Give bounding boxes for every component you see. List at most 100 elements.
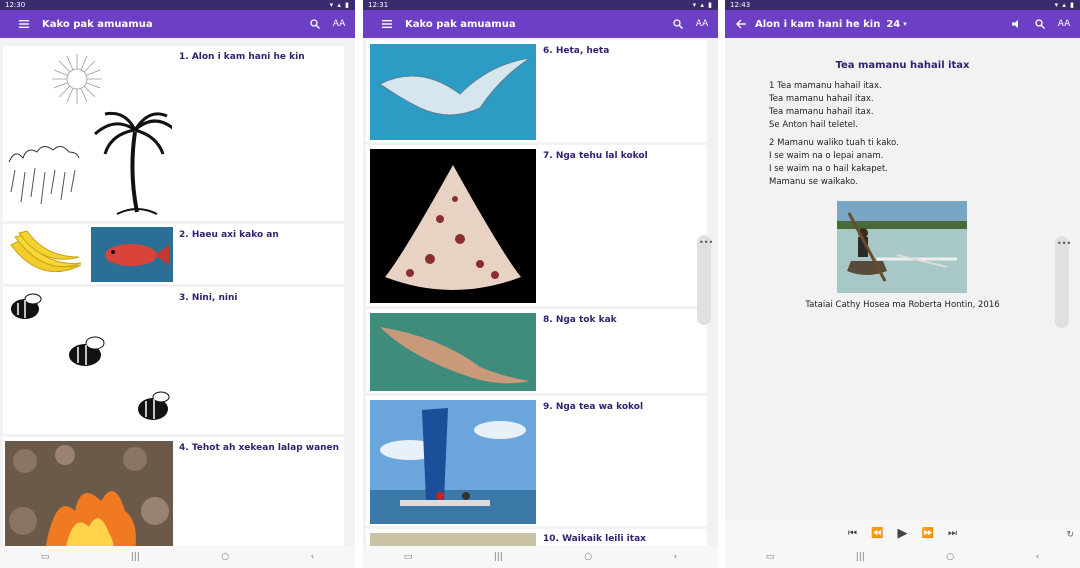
verse-line: Tea mamanu hahail itax. <box>769 94 874 104</box>
item-title: 10. Waikaik leili itax <box>543 534 646 544</box>
list-item[interactable]: 9. Nga tea wa kokol <box>366 396 707 526</box>
verse-line: Mamanu se waikako. <box>769 177 858 187</box>
back-nav-icon[interactable]: ‹ <box>1036 552 1040 562</box>
back-arrow-icon[interactable] <box>733 16 749 32</box>
back-nav-icon[interactable]: ‹ <box>311 552 315 562</box>
sun-rain-palm-image <box>7 52 172 218</box>
verse-line: 2 Mamanu waliko tuah ti kako. <box>769 138 899 148</box>
status-icons: ▾ ▴ ▮ <box>1054 1 1075 9</box>
phone-screen-3: 12:43 ▾ ▴ ▮ Alon i kam hani he kin 24 ▾ … <box>725 0 1080 568</box>
fish-image <box>91 227 173 282</box>
recent-apps-icon[interactable]: ▭ <box>41 552 50 562</box>
fast-scroll-handle[interactable] <box>697 235 711 325</box>
verse-1: 1 Tea mamanu hahail itax. Tea mamanu hah… <box>769 80 882 132</box>
list-item[interactable]: 10. Waikaik leili itax <box>366 529 707 546</box>
app-title: Kako pak amuamua <box>405 18 516 30</box>
song-list: 1. Alon i kam hani he kin 2. Haeu axi ka… <box>0 38 355 546</box>
status-bar: 12:30 ▾ ▴ ▮ <box>0 0 355 10</box>
item-title: 4. Tehot ah xekean lalap wanen <box>179 443 340 453</box>
recent-apps-icon[interactable]: ▭ <box>404 552 413 562</box>
repeat-icon[interactable]: ↻ <box>1066 530 1074 540</box>
rewind-icon[interactable]: ⏪ <box>871 528 883 539</box>
list-item[interactable]: 1. Alon i kam hani he kin <box>3 46 344 221</box>
verse-line: Tea mamanu hahail itax. <box>769 107 874 117</box>
skip-next-icon[interactable]: ⏭ <box>948 528 957 539</box>
verse-line: 1 Tea mamanu hahail itax. <box>769 81 882 91</box>
item-title: 7. Nga tehu lal kokol <box>543 151 648 161</box>
shark-image <box>370 313 536 391</box>
more-icon[interactable]: ••• <box>1057 239 1071 248</box>
song-heading: Tea mamanu hahail itax <box>835 60 970 71</box>
item-title: 3. Nini, nini <box>179 293 238 303</box>
text-size-icon[interactable]: AA <box>331 16 347 32</box>
item-title: 6. Heta, heta <box>543 46 610 56</box>
fire-image <box>5 441 173 546</box>
more-icon[interactable]: ••• <box>699 238 713 247</box>
song-title: Alon i kam hani he kin <box>755 18 881 30</box>
screens-container: 12:30 ▾ ▴ ▮ Kako pak amuamua AA 1. Alon … <box>0 0 1080 568</box>
bees-image <box>3 287 178 434</box>
fast-forward-icon[interactable]: ⏩ <box>922 528 934 539</box>
phone-screen-1: 12:30 ▾ ▴ ▮ Kako pak amuamua AA 1. Alon … <box>0 0 355 568</box>
home-icon[interactable]: ○ <box>584 552 592 562</box>
search-icon[interactable] <box>307 16 323 32</box>
app-title: Kako pak amuamua <box>42 18 153 30</box>
search-icon[interactable] <box>670 16 686 32</box>
list-item[interactable]: 3. Nini, nini <box>3 287 344 434</box>
app-bar: Alon i kam hani he kin 24 ▾ AA <box>725 10 1080 38</box>
item-image <box>370 533 536 546</box>
text-size-icon[interactable]: AA <box>694 16 710 32</box>
status-time: 12:30 <box>5 1 26 9</box>
canoe-photo <box>837 201 967 293</box>
status-bar: 12:43 ▾ ▴ ▮ <box>725 0 1080 10</box>
verse-line: I se waim na o lepai anam. <box>769 151 884 161</box>
multitask-icon[interactable]: ||| <box>494 552 503 562</box>
play-icon[interactable]: ▶ <box>898 526 908 541</box>
item-title: 2. Haeu axi kako an <box>179 230 279 240</box>
skip-previous-icon[interactable]: ⏮ <box>848 528 857 539</box>
song-reader: Tea mamanu hahail itax 1 Tea mamanu haha… <box>725 38 1080 520</box>
list-item[interactable]: 2. Haeu axi kako an <box>3 224 344 284</box>
multitask-icon[interactable]: ||| <box>131 552 140 562</box>
page-number[interactable]: 24 <box>886 19 900 30</box>
sailing-canoe-image <box>370 400 536 524</box>
status-bar: 12:31 ▾ ▴ ▮ <box>363 0 718 10</box>
speaker-icon[interactable] <box>1008 16 1024 32</box>
phone-screen-2: 12:31 ▾ ▴ ▮ Kako pak amuamua AA 6. Heta,… <box>363 0 718 568</box>
status-icons: ▾ ▴ ▮ <box>329 1 350 9</box>
item-title: 8. Nga tok kak <box>543 315 617 325</box>
status-time: 12:43 <box>730 1 751 9</box>
audio-player: ⏮ ⏪ ▶ ⏩ ⏭ <box>725 520 1080 546</box>
search-icon[interactable] <box>1032 16 1048 32</box>
manta-ray-image <box>370 44 536 140</box>
system-nav-bar: ▭ ||| ○ ‹ <box>363 546 718 568</box>
app-bar: Kako pak amuamua AA <box>0 10 355 38</box>
recent-apps-icon[interactable]: ▭ <box>766 552 775 562</box>
dropdown-icon[interactable]: ▾ <box>903 20 1000 28</box>
verse-line: I se waim na o hail kakapet. <box>769 164 888 174</box>
system-nav-bar: ▭ ||| ○ ‹ <box>0 546 355 568</box>
app-bar: Kako pak amuamua AA <box>363 10 718 38</box>
shell-image <box>370 149 536 303</box>
multitask-icon[interactable]: ||| <box>856 552 865 562</box>
list-item[interactable]: 7. Nga tehu lal kokol <box>366 145 707 306</box>
status-time: 12:31 <box>368 1 389 9</box>
home-icon[interactable]: ○ <box>221 552 229 562</box>
list-item[interactable]: 6. Heta, heta <box>366 40 707 142</box>
menu-icon[interactable] <box>16 16 32 32</box>
system-nav-bar: ▭ ||| ○ ‹ <box>725 546 1080 568</box>
song-list: 6. Heta, heta 7. Nga tehu lal kokol 8. N… <box>363 38 718 546</box>
list-item[interactable]: 8. Nga tok kak <box>366 309 707 393</box>
back-nav-icon[interactable]: ‹ <box>674 552 678 562</box>
verse-2: 2 Mamanu waliko tuah ti kako. I se waim … <box>769 137 899 189</box>
fast-scroll-handle[interactable] <box>1055 236 1069 328</box>
menu-icon[interactable] <box>379 16 395 32</box>
photo-caption: Tataiai Cathy Hosea ma Roberta Hontin, 2… <box>805 300 1000 310</box>
bananas-image <box>5 227 85 282</box>
home-icon[interactable]: ○ <box>946 552 954 562</box>
list-item[interactable]: 4. Tehot ah xekean lalap wanen <box>3 437 344 546</box>
status-icons: ▾ ▴ ▮ <box>692 1 713 9</box>
item-title: 1. Alon i kam hani he kin <box>179 52 305 62</box>
verse-line: Se Anton hail teletel. <box>769 120 858 130</box>
text-size-icon[interactable]: AA <box>1056 16 1072 32</box>
